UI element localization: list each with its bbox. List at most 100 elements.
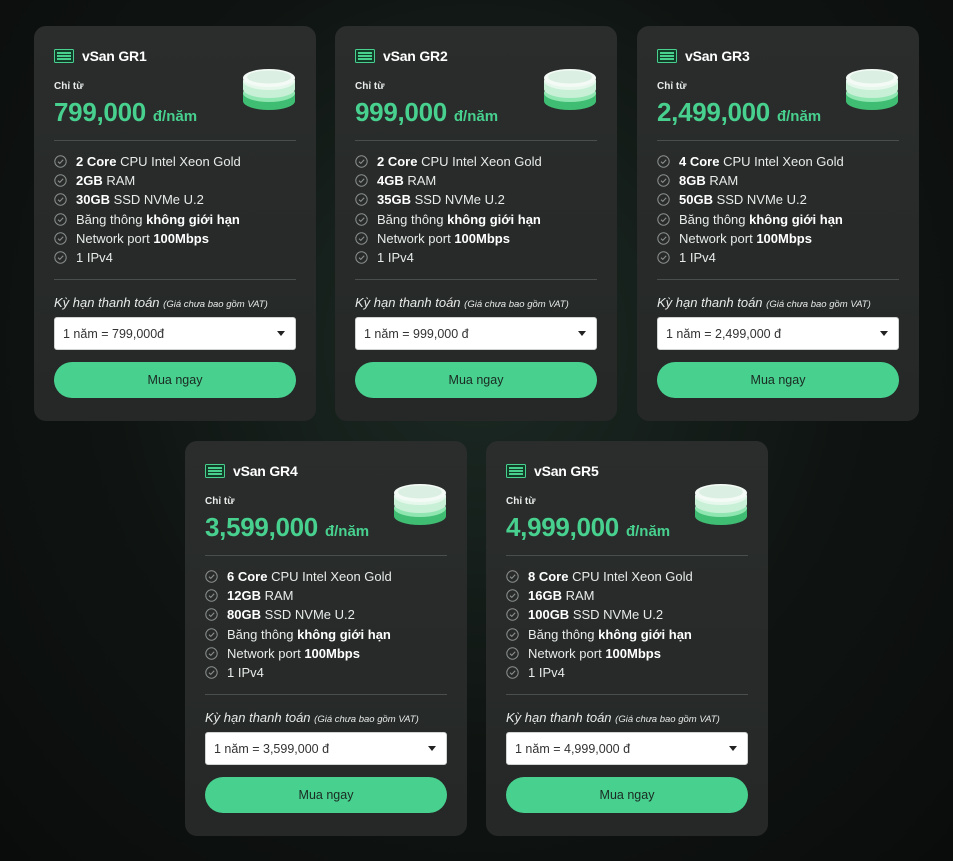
check-circle-icon <box>355 212 368 226</box>
feature-item: 2 Core CPU Intel Xeon Gold <box>54 152 296 171</box>
term-label: Kỳ hạn thanh toán (Giá chưa bao gồm VAT) <box>54 295 268 311</box>
check-circle-icon <box>506 570 519 583</box>
storage-disks-icon <box>846 69 898 110</box>
feature-item: Network port 100Mbps <box>657 229 899 248</box>
term-select[interactable]: 1 năm = 799,000đ <box>54 317 296 351</box>
term-label: Kỳ hạn thanh toán (Giá chưa bao gồm VAT) <box>506 710 720 726</box>
feature-text: SSD NVMe U.2 <box>260 607 355 623</box>
divider <box>54 140 296 141</box>
check-circle-icon <box>355 232 368 245</box>
plan-name: vSan GR1 <box>82 48 147 64</box>
card-header: vSan GR3 <box>657 48 899 64</box>
check-circle-icon <box>54 174 67 187</box>
feature-item: 1 IPv4 <box>355 248 597 267</box>
server-icon <box>54 49 74 63</box>
feature-text: 1 IPv4 <box>227 665 264 681</box>
price-value: 4,999,000 <box>506 512 619 542</box>
feature-highlight: 100Mbps <box>756 230 812 246</box>
caret-down-icon <box>277 331 285 337</box>
feature-highlight: 8GB <box>679 173 706 189</box>
check-circle-icon <box>205 570 218 583</box>
term-select[interactable]: 1 năm = 2,499,000 đ <box>657 317 899 351</box>
feature-list: 8 Core CPU Intel Xeon Gold 16GB RAM 100GB … <box>506 567 748 682</box>
vat-note: (Giá chưa bao gồm VAT) <box>163 299 268 311</box>
term-select[interactable]: 1 năm = 3,599,000 đ <box>205 732 447 766</box>
price-value: 799,000 <box>54 97 146 127</box>
feature-item: 1 IPv4 <box>657 248 899 267</box>
feature-text: Network port <box>76 230 154 246</box>
feature-item: 4GB RAM <box>355 171 597 190</box>
feature-highlight: không giới hạn <box>749 211 843 227</box>
plan-card-2: vSan GR2 Chỉ từ 999,000 đ/năm 2 Core CPU… <box>335 26 617 421</box>
storage-disks-icon <box>695 484 747 525</box>
feature-item: 2GB RAM <box>54 171 296 190</box>
check-circle-icon <box>54 232 67 245</box>
divider <box>54 279 296 281</box>
feature-item: Băng thông không giới hạn <box>54 210 296 229</box>
feature-item: 1 IPv4 <box>54 248 296 267</box>
feature-text: CPU Intel Xeon Gold <box>116 154 241 170</box>
feature-item: 80GB SSD NVMe U.2 <box>205 605 447 624</box>
buy-now-button[interactable]: Mua ngay <box>506 777 748 814</box>
feature-item: 2 Core CPU Intel Xeon Gold <box>355 152 597 171</box>
check-circle-icon <box>506 647 519 660</box>
feature-highlight: 2 Core <box>76 154 117 170</box>
plan-name: vSan GR5 <box>534 463 599 479</box>
feature-item: 1 IPv4 <box>205 663 447 682</box>
feature-highlight: 100Mbps <box>304 645 360 661</box>
feature-text: Network port <box>227 645 305 661</box>
feature-text: 1 IPv4 <box>76 250 113 266</box>
check-circle-icon <box>205 608 218 622</box>
card-header: vSan GR4 <box>205 463 447 479</box>
card-header: vSan GR2 <box>355 48 597 64</box>
feature-text: Băng thông <box>377 211 448 227</box>
check-circle-icon <box>657 155 670 168</box>
feature-highlight: 6 Core <box>227 569 268 585</box>
feature-highlight: 100GB <box>528 607 570 623</box>
feature-text: Network port <box>377 230 455 246</box>
check-circle-icon <box>355 251 368 264</box>
term-select[interactable]: 1 năm = 4,999,000 đ <box>506 732 748 766</box>
feature-text: 1 IPv4 <box>679 250 716 266</box>
price-unit: đ/năm <box>625 523 671 540</box>
caret-down-icon <box>880 331 888 337</box>
feature-text: SSD NVMe U.2 <box>569 607 664 623</box>
feature-text: Băng thông <box>76 211 147 227</box>
plan-name: vSan GR3 <box>685 48 750 64</box>
feature-text: CPU Intel Xeon Gold <box>267 569 392 585</box>
check-circle-icon <box>355 155 368 168</box>
check-circle-icon <box>205 666 218 679</box>
feature-highlight: 100Mbps <box>454 230 510 246</box>
storage-disks-icon <box>544 69 596 110</box>
caret-down-icon <box>428 746 436 752</box>
feature-list: 2 Core CPU Intel Xeon Gold 4GB RAM 35GB SS… <box>355 152 597 267</box>
feature-item: 4 Core CPU Intel Xeon Gold <box>657 152 899 171</box>
plan-name: vSan GR2 <box>383 48 448 64</box>
divider <box>506 555 748 556</box>
feature-highlight: 2GB <box>76 173 103 189</box>
buy-now-button[interactable]: Mua ngay <box>54 362 296 399</box>
vat-note: (Giá chưa bao gồm VAT) <box>615 714 720 726</box>
term-select[interactable]: 1 năm = 999,000 đ <box>355 317 597 351</box>
check-circle-icon <box>54 155 67 168</box>
buy-now-button[interactable]: Mua ngay <box>205 777 447 814</box>
feature-item: Network port 100Mbps <box>355 229 597 248</box>
storage-disks-icon <box>243 69 295 110</box>
feature-text: 1 IPv4 <box>377 250 414 266</box>
buy-now-button[interactable]: Mua ngay <box>657 362 899 399</box>
buy-now-button[interactable]: Mua ngay <box>355 362 597 399</box>
divider <box>657 279 899 281</box>
feature-highlight: 100Mbps <box>153 230 209 246</box>
plan-card-4: vSan GR4 Chỉ từ 3,599,000 đ/năm 6 Core C… <box>185 441 467 836</box>
feature-highlight: 16GB <box>528 588 562 604</box>
term-select-value: 1 năm = 799,000đ <box>63 326 165 341</box>
feature-item: 1 IPv4 <box>506 663 748 682</box>
divider <box>355 279 597 281</box>
feature-text: Network port <box>679 230 757 246</box>
feature-highlight: không giới hạn <box>447 211 541 227</box>
check-circle-icon <box>506 666 519 679</box>
feature-item: 30GB SSD NVMe U.2 <box>54 190 296 209</box>
vat-note: (Giá chưa bao gồm VAT) <box>766 299 871 311</box>
check-circle-icon <box>205 647 218 660</box>
check-circle-icon <box>205 627 218 641</box>
